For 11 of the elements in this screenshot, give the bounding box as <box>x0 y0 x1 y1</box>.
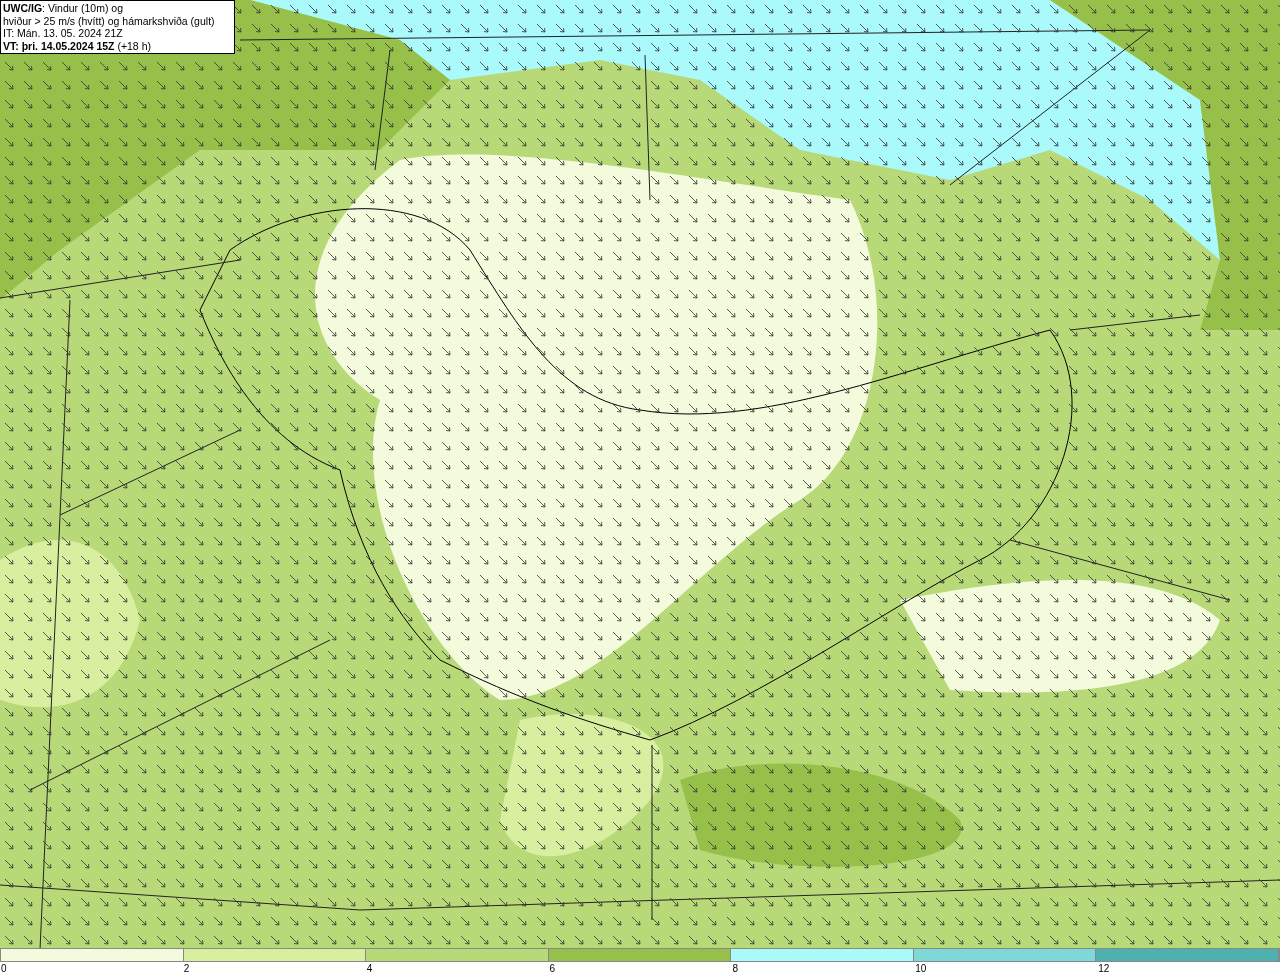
title-line: VT: þri. 14.05.2024 15Z (+18 h) <box>3 39 152 52</box>
title-line: UWC/IG: Vindur (10m) og <box>3 2 124 15</box>
colorbar-tick-label: 6 <box>549 963 556 975</box>
colorbar-tick-label: 4 <box>366 963 373 975</box>
colorbar-tick-label: 12 <box>1098 963 1110 975</box>
colorbar-tick-label: 8 <box>732 963 738 975</box>
title-line: hviður > 25 m/s (hvítt) og hámarkshviða (gult) <box>3 14 216 27</box>
colorbar-tick-label: 2 <box>183 963 190 975</box>
colorbar-tick-label: 0 <box>1 963 7 975</box>
colorbar-tick-label: 10 <box>915 963 927 975</box>
title-line: IT: Mán. 13. 05. 2024 21Z <box>3 27 124 40</box>
